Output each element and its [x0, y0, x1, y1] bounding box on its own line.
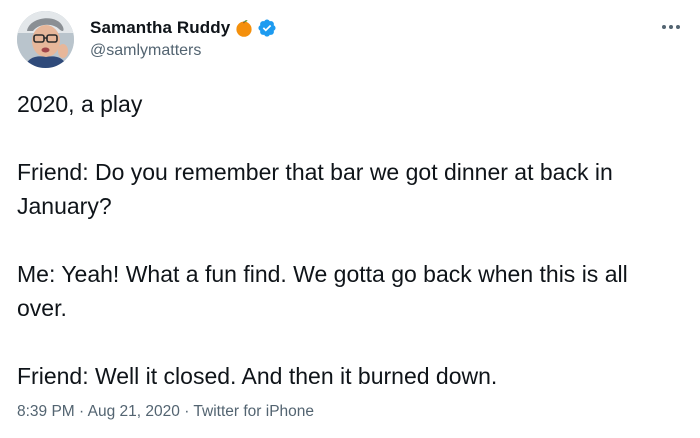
- avatar-image: [17, 11, 74, 68]
- meta-separator: ·: [79, 403, 85, 420]
- tweet-line-gap: [17, 325, 683, 359]
- tweet-line: Friend: Do you remember that bar we got …: [17, 159, 613, 219]
- tweet-text: 2020, a play Friend: Do you remember tha…: [17, 87, 683, 393]
- tweet-date[interactable]: Aug 21, 2020: [88, 403, 180, 420]
- tweet-line: Me: Yeah! What a fun find. We gotta go b…: [17, 261, 628, 321]
- meta-separator: ·: [184, 403, 190, 420]
- display-name-row: Samantha Ruddy: [90, 16, 277, 40]
- tweet-line-gap: [17, 121, 683, 155]
- display-name[interactable]: Samantha Ruddy: [90, 18, 230, 38]
- orange-emoji-icon: [234, 18, 254, 38]
- author-handle[interactable]: @samlymatters: [90, 42, 277, 60]
- tweet-line: 2020, a play: [17, 91, 143, 117]
- tweet-header: Samantha Ruddy @samlymatters: [17, 11, 683, 69]
- tweet-source[interactable]: Twitter for iPhone: [193, 403, 314, 420]
- tweet-line-gap: [17, 223, 683, 257]
- tweet-time[interactable]: 8:39 PM: [17, 403, 75, 420]
- verified-badge-icon: [257, 18, 277, 38]
- avatar[interactable]: [17, 11, 74, 68]
- author-names: Samantha Ruddy @samlymatters: [90, 16, 277, 60]
- more-options-icon[interactable]: [659, 15, 683, 39]
- tweet-line: Friend: Well it closed. And then it burn…: [17, 363, 498, 389]
- tweet-card: Samantha Ruddy @samlymatters 2020, a pla…: [0, 0, 700, 438]
- tweet-meta: 8:39 PM · Aug 21, 2020 · Twitter for iPh…: [17, 403, 314, 421]
